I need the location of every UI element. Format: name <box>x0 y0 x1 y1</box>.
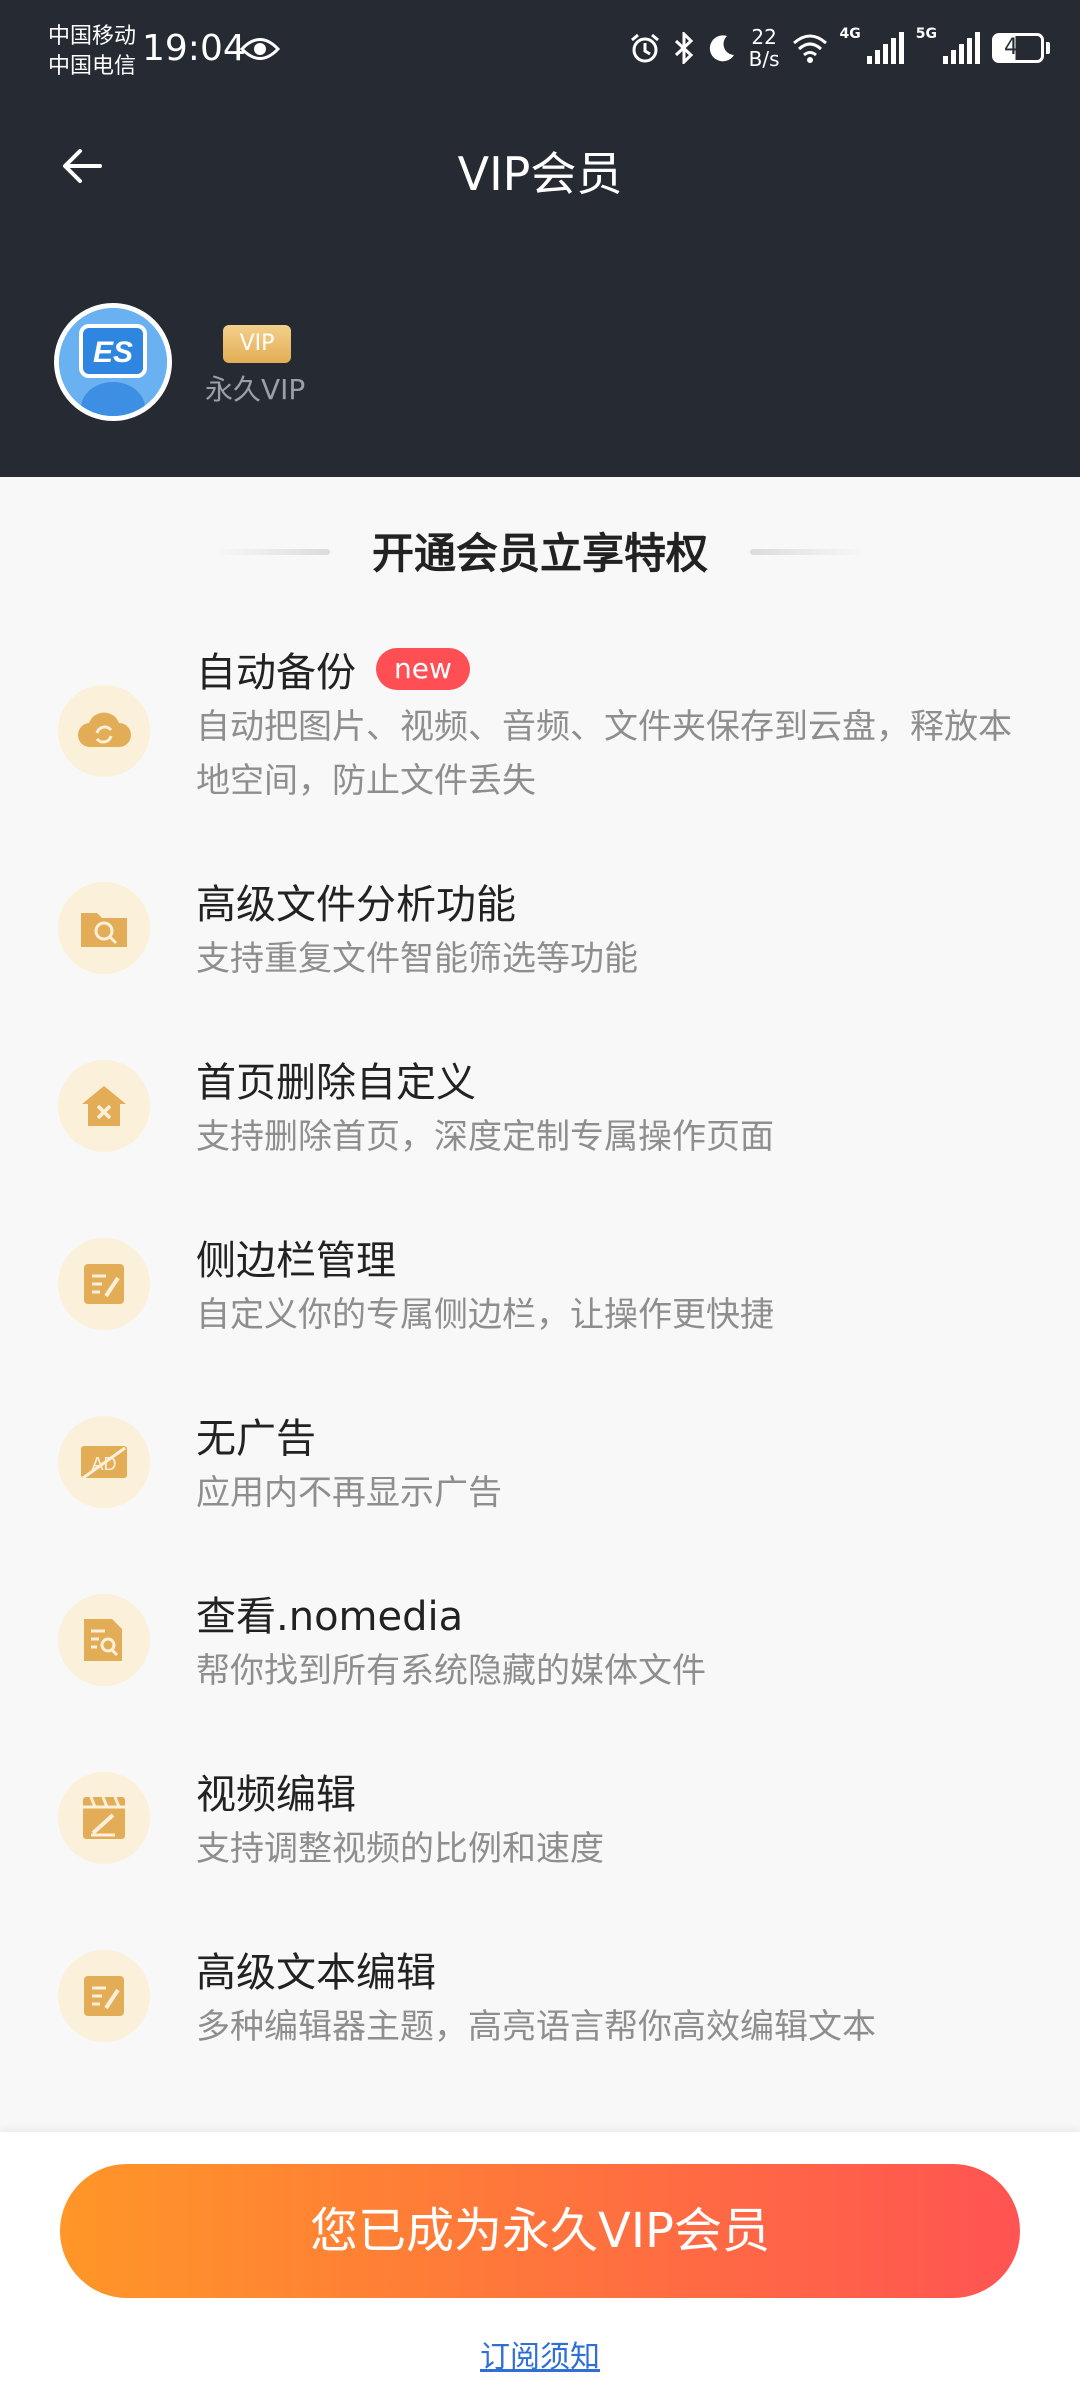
vip-badge: VIP <box>223 325 291 363</box>
signal-1-type: 4G <box>839 26 861 42</box>
feature-title: 侧边栏管理 <box>196 1238 396 1284</box>
feature-description: 支持删除首页，深度定制专属操作页面 <box>196 1117 774 1157</box>
bluetooth-icon <box>674 32 693 64</box>
network-speed: 22 B/s <box>749 26 780 70</box>
feature-title: 高级文件分析功能 <box>196 882 516 928</box>
net-speed-unit: B/s <box>748 47 780 71</box>
no-ad-icon: AD <box>58 1416 150 1508</box>
feature-description: 自动把图片、视频、音频、文件夹保存到云盘，释放本地空间，防止文件丢失 <box>196 707 1012 801</box>
feature-title: 自动备份 <box>196 650 356 696</box>
eye-comfort-icon <box>240 38 280 60</box>
feature-title-row: 自动备份 new <box>196 640 470 698</box>
wifi-icon <box>792 34 827 63</box>
file-search-icon <box>58 1594 150 1686</box>
feature-title: 无广告 <box>196 1416 316 1462</box>
feature-title: 首页删除自定义 <box>196 1060 476 1106</box>
alarm-icon <box>630 33 659 63</box>
subscription-notice-link[interactable]: 订阅须知 <box>0 2332 1080 2376</box>
title-divider-right <box>750 549 865 555</box>
battery-level: 45 <box>992 33 1044 63</box>
carrier-2: 中国电信 <box>48 54 137 79</box>
text-edit-icon <box>58 1950 150 2042</box>
header: 中国移动 中国电信 19:04 22 B/s 4G 5G 45 VIP会员 ES… <box>0 0 1080 477</box>
feature-title: 查看.nomedia <box>196 1594 464 1640</box>
app-bar: VIP会员 <box>0 120 1080 212</box>
feature-description: 帮你找到所有系统隐藏的媒体文件 <box>196 1651 706 1691</box>
feature-description: 应用内不再显示广告 <box>196 1473 502 1513</box>
signal-2-type: 5G <box>915 26 937 42</box>
net-speed-value: 22 <box>751 25 777 49</box>
feature-title: 视频编辑 <box>196 1772 356 1818</box>
cloud-sync-icon <box>58 685 150 777</box>
es-logo-icon: ES <box>59 308 167 416</box>
bottom-bar: 您已成为永久VIP会员 订阅须知 <box>0 2130 1080 2402</box>
new-badge: new <box>376 648 470 690</box>
feature-description: 多种编辑器主题，高亮语言帮你高效编辑文本 <box>196 2007 876 2047</box>
signal-2-icon <box>943 32 980 64</box>
avatar[interactable]: ES <box>54 303 172 421</box>
edit-list-icon <box>58 1238 150 1330</box>
vip-status: 永久VIP <box>205 373 306 406</box>
page-title: VIP会员 <box>457 147 623 201</box>
svg-text:ES: ES <box>93 336 133 369</box>
feature-description: 自定义你的专属侧边栏，让操作更快捷 <box>196 1295 774 1335</box>
feature-description: 支持调整视频的比例和速度 <box>196 1829 604 1869</box>
battery-icon: 45 <box>992 33 1050 63</box>
clock: 19:04 <box>142 28 246 69</box>
carrier-1: 中国移动 <box>48 24 137 49</box>
status-bar: 中国移动 中国电信 19:04 22 B/s 4G 5G 45 <box>0 0 1080 100</box>
carrier-info: 中国移动 中国电信 <box>48 22 136 82</box>
do-not-disturb-moon-icon <box>709 35 734 62</box>
video-edit-icon <box>58 1772 150 1864</box>
signal-1-icon <box>866 32 904 64</box>
vip-status-button[interactable]: 您已成为永久VIP会员 <box>60 2164 1020 2298</box>
folder-search-icon <box>58 882 150 974</box>
feature-description: 支持重复文件智能筛选等功能 <box>196 939 638 979</box>
section-title: 开通会员立享特权 <box>371 529 708 578</box>
home-delete-icon <box>58 1060 150 1152</box>
feature-title: 高级文本编辑 <box>196 1950 436 1996</box>
